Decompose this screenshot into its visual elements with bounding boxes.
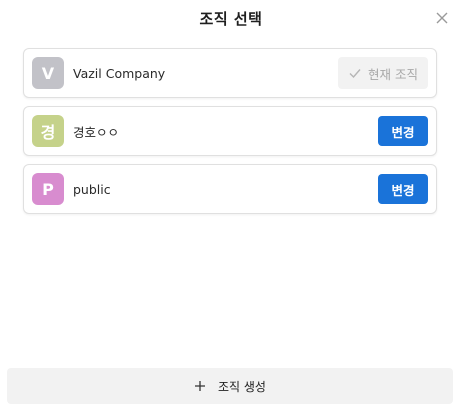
org-name: 경호ㅇㅇ — [73, 124, 120, 140]
create-org-label: 조직 생성 — [218, 379, 266, 394]
create-org-button[interactable]: 조직 생성 — [7, 368, 453, 404]
org-avatar-initial: 경 — [40, 123, 56, 142]
org-name: Vazil Company — [73, 65, 166, 81]
close-icon — [434, 10, 450, 26]
current-org-button: 현재 조직 — [338, 57, 428, 89]
org-avatar: P — [32, 173, 64, 205]
org-item: V Vazil Company 현재 조직 — [23, 48, 437, 98]
change-org-button[interactable]: 변경 — [378, 116, 428, 146]
org-avatar: V — [32, 57, 64, 89]
change-org-button[interactable]: 변경 — [378, 174, 428, 204]
org-name: public — [73, 181, 111, 197]
current-org-label: 현재 조직 — [368, 66, 418, 82]
org-select-dialog: 조직 선택 V Vazil Company 현재 조직 경 경호ㅇㅇ 변경 P … — [0, 0, 462, 409]
org-avatar-initial: P — [42, 179, 54, 199]
plus-icon — [194, 380, 206, 392]
dialog-title: 조직 선택 — [199, 10, 263, 28]
check-icon — [348, 66, 362, 80]
org-avatar-initial: V — [41, 63, 55, 83]
org-item: P public 변경 — [23, 164, 437, 214]
org-list: V Vazil Company 현재 조직 경 경호ㅇㅇ 변경 P public… — [23, 48, 437, 222]
org-avatar: 경 — [32, 115, 64, 147]
close-button[interactable] — [434, 10, 450, 26]
org-item: 경 경호ㅇㅇ 변경 — [23, 106, 437, 156]
